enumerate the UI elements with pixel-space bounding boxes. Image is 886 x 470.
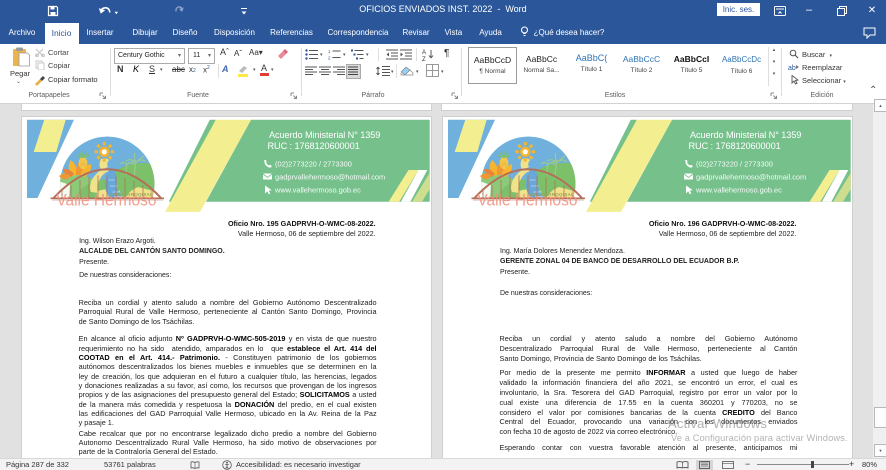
svg-text:1: 1 (328, 49, 331, 54)
svg-text:A: A (422, 50, 426, 56)
svg-text:Acuerdo Ministerial N° 1359: Acuerdo Ministerial N° 1359 (269, 130, 380, 140)
svg-text:Valle Hermoso: Valle Hermoso (56, 192, 156, 210)
svg-text:www.vallehermoso.gob.ec: www.vallehermoso.gob.ec (274, 186, 361, 195)
svg-text:RUC : 1768120600001: RUC : 1768120600001 (267, 141, 359, 151)
svg-text:ab: ab (788, 65, 796, 72)
svg-text:2: 2 (328, 56, 331, 61)
svg-text:gadprvallehermoso@hotmail.com: gadprvallehermoso@hotmail.com (275, 173, 385, 182)
svg-text:Z: Z (422, 57, 426, 61)
svg-text:(02)2773220 / 2773300: (02)2773220 / 2773300 (275, 160, 352, 169)
